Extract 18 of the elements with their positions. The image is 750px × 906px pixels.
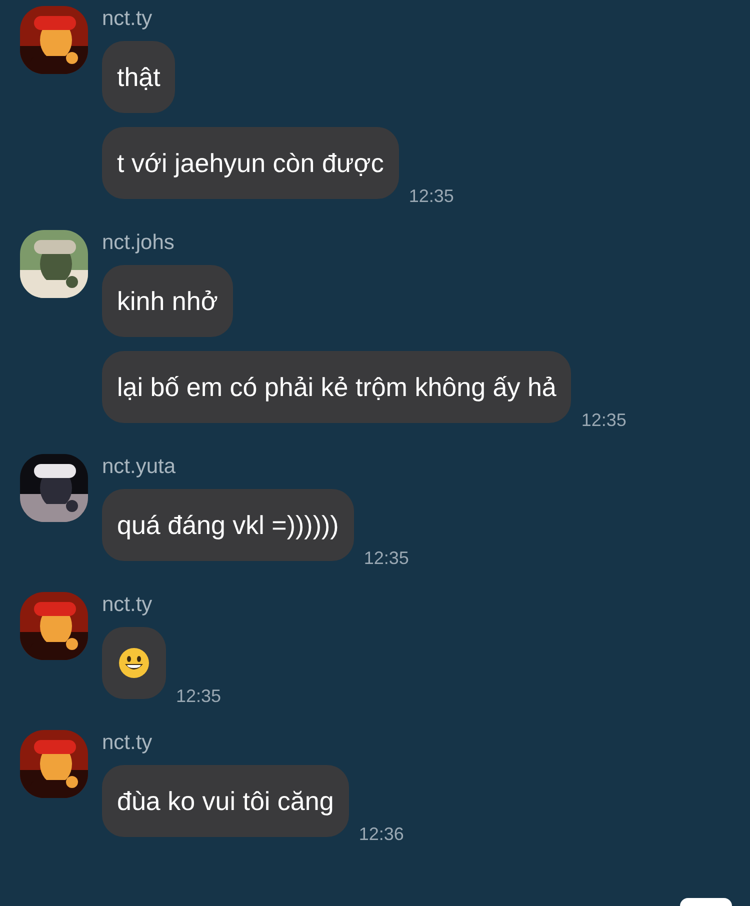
sender-name: nct.ty — [102, 730, 154, 756]
message-bubble: thật — [102, 41, 176, 113]
sender-name: nct.ty — [102, 592, 154, 618]
sender-name: nct.ty — [102, 6, 154, 32]
sender-name: nct.yuta — [102, 454, 177, 480]
message-time: 12:35 — [408, 185, 454, 207]
message-time: 12:36 — [358, 823, 404, 845]
message-bubble: quá đáng vkl =)))))) — [102, 489, 354, 561]
message-bubble: t với jaehyun còn được — [102, 127, 399, 199]
message-time: 12:35 — [176, 685, 222, 707]
message-time: 12:35 — [364, 547, 409, 569]
message-bubble: lại bố em có phải kẻ trộm không ấy hả — [102, 351, 572, 423]
round-button[interactable] — [680, 898, 732, 906]
message-bubble: kinh nhở — [102, 265, 233, 337]
smiley-face-icon — [118, 647, 150, 679]
sender-name: nct.johs — [102, 230, 176, 256]
message-bubble: đùa ko vui tôi căng — [102, 765, 349, 837]
message-time: 12:35 — [581, 409, 626, 431]
